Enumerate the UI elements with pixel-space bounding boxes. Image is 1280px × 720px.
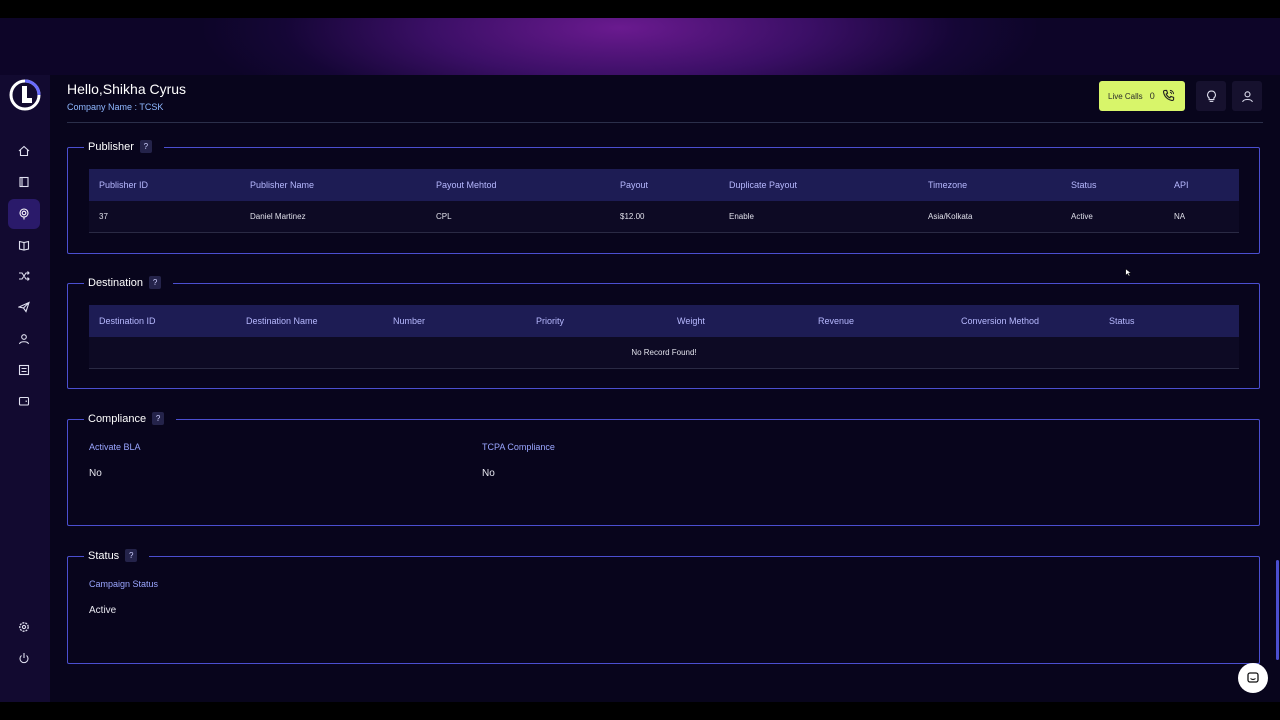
- col-destination-id: Destination ID: [99, 316, 156, 326]
- profile-icon: [1241, 90, 1253, 102]
- send-icon[interactable]: [8, 292, 40, 322]
- empty-row: No Record Found!: [89, 337, 1239, 369]
- cell-publisher-name: Daniel Martinez: [250, 212, 306, 221]
- cell-status: Active: [1071, 212, 1093, 221]
- sidebar: [0, 75, 50, 702]
- cell-timezone: Asia/Kolkata: [928, 212, 973, 221]
- destination-help-icon[interactable]: ?: [149, 276, 162, 289]
- compliance-title: Compliance: [88, 412, 147, 425]
- chat-support-button[interactable]: [1238, 663, 1268, 693]
- report-icon[interactable]: [8, 355, 40, 385]
- page-header: Hello,Shikha Cyrus Company Name : TCSK: [67, 81, 186, 112]
- col-conversion-method: Conversion Method: [961, 316, 1040, 326]
- status-title: Status: [88, 549, 120, 562]
- company-label: Company Name :: [67, 102, 140, 112]
- live-calls-count: 0: [1149, 91, 1155, 101]
- chat-icon: [1247, 672, 1259, 683]
- col-publisher-name: Publisher Name: [250, 180, 315, 190]
- table-row[interactable]: 37 Daniel Martinez CPL $12.00 Enable Asi…: [89, 201, 1239, 233]
- activate-bla-value: No: [89, 468, 102, 479]
- col-weight: Weight: [677, 316, 705, 326]
- bottom-letterbox: [0, 702, 1280, 720]
- publisher-panel: Publisher ? Publisher ID Publisher Name …: [67, 140, 1260, 254]
- col-payout-method: Payout Mehtod: [436, 180, 497, 190]
- campaign-status-value: Active: [89, 605, 117, 616]
- status-help-icon[interactable]: ?: [125, 549, 138, 562]
- publisher-table: Publisher ID Publisher Name Payout Mehto…: [89, 169, 1239, 233]
- destination-title: Destination: [88, 276, 144, 289]
- destination-table: Destination ID Destination Name Number P…: [89, 305, 1239, 369]
- tcpa-compliance-label: TCPA Compliance: [482, 442, 555, 452]
- campaign-icon[interactable]: [8, 199, 40, 229]
- col-priority: Priority: [536, 316, 565, 326]
- activate-bla-label: Activate BLA: [89, 442, 141, 452]
- col-destination-status: Status: [1109, 316, 1135, 326]
- campaign-status-label: Campaign Status: [89, 579, 159, 589]
- live-calls-label: Live Calls: [1108, 91, 1143, 101]
- live-calls-button[interactable]: Live Calls 0: [1099, 81, 1185, 111]
- profile-button[interactable]: [1232, 81, 1262, 111]
- cell-publisher-id: 37: [99, 212, 108, 221]
- header-divider: [67, 122, 1263, 123]
- book-icon[interactable]: [8, 167, 40, 197]
- mouse-cursor-icon: [1125, 264, 1132, 282]
- col-revenue: Revenue: [818, 316, 855, 326]
- cell-api: NA: [1174, 212, 1186, 221]
- publisher-title: Publisher: [88, 140, 134, 153]
- publisher-legend: Publisher ?: [84, 140, 164, 153]
- col-duplicate-payout: Duplicate Payout: [729, 180, 798, 190]
- col-payout: Payout: [620, 180, 649, 190]
- publisher-help-icon[interactable]: ?: [139, 140, 152, 153]
- publisher-icon[interactable]: [8, 230, 40, 260]
- no-record-message: No Record Found!: [631, 348, 697, 357]
- compliance-help-icon[interactable]: ?: [152, 412, 165, 425]
- power-icon[interactable]: [8, 643, 40, 673]
- wallet-icon[interactable]: [8, 386, 40, 416]
- status-legend: Status ?: [84, 549, 150, 562]
- destination-panel: Destination ? Destination ID Destination…: [67, 276, 1260, 389]
- cell-payout: $12.00: [620, 212, 645, 221]
- cell-payout-method: CPL: [436, 212, 452, 221]
- col-status: Status: [1071, 180, 1097, 190]
- shuffle-icon[interactable]: [8, 261, 40, 291]
- company-name: Company Name : TCSK: [67, 102, 186, 112]
- logo-icon[interactable]: [9, 79, 41, 111]
- compliance-panel: Compliance ? Activate BLA No TCPA Compli…: [67, 412, 1260, 526]
- header-gradient: [0, 18, 1280, 75]
- phone-icon: [1162, 89, 1175, 104]
- col-timezone: Timezone: [928, 180, 968, 190]
- destination-table-header: Destination ID Destination Name Number P…: [89, 305, 1239, 337]
- destination-legend: Destination ?: [84, 276, 174, 289]
- company-value: TCSK: [139, 102, 164, 112]
- publisher-table-header: Publisher ID Publisher Name Payout Mehto…: [89, 169, 1239, 201]
- col-publisher-id: Publisher ID: [99, 180, 149, 190]
- greeting: Hello,Shikha Cyrus: [67, 81, 187, 97]
- cell-duplicate-payout: Enable: [729, 212, 754, 221]
- user-icon[interactable]: [8, 324, 40, 354]
- col-destination-name: Destination Name: [246, 316, 318, 326]
- tcpa-compliance-value: No: [482, 468, 495, 479]
- help-bulb-button[interactable]: [1196, 81, 1226, 111]
- settings-icon[interactable]: [8, 612, 40, 642]
- top-letterbox: [0, 0, 1280, 18]
- col-number: Number: [393, 316, 426, 326]
- home-icon[interactable]: [8, 136, 40, 166]
- col-api: API: [1174, 180, 1189, 190]
- compliance-legend: Compliance ?: [84, 412, 177, 425]
- bulb-icon: [1206, 90, 1216, 102]
- page-scrollbar[interactable]: [1276, 560, 1279, 660]
- status-panel: Status ? Campaign Status Active: [67, 549, 1260, 664]
